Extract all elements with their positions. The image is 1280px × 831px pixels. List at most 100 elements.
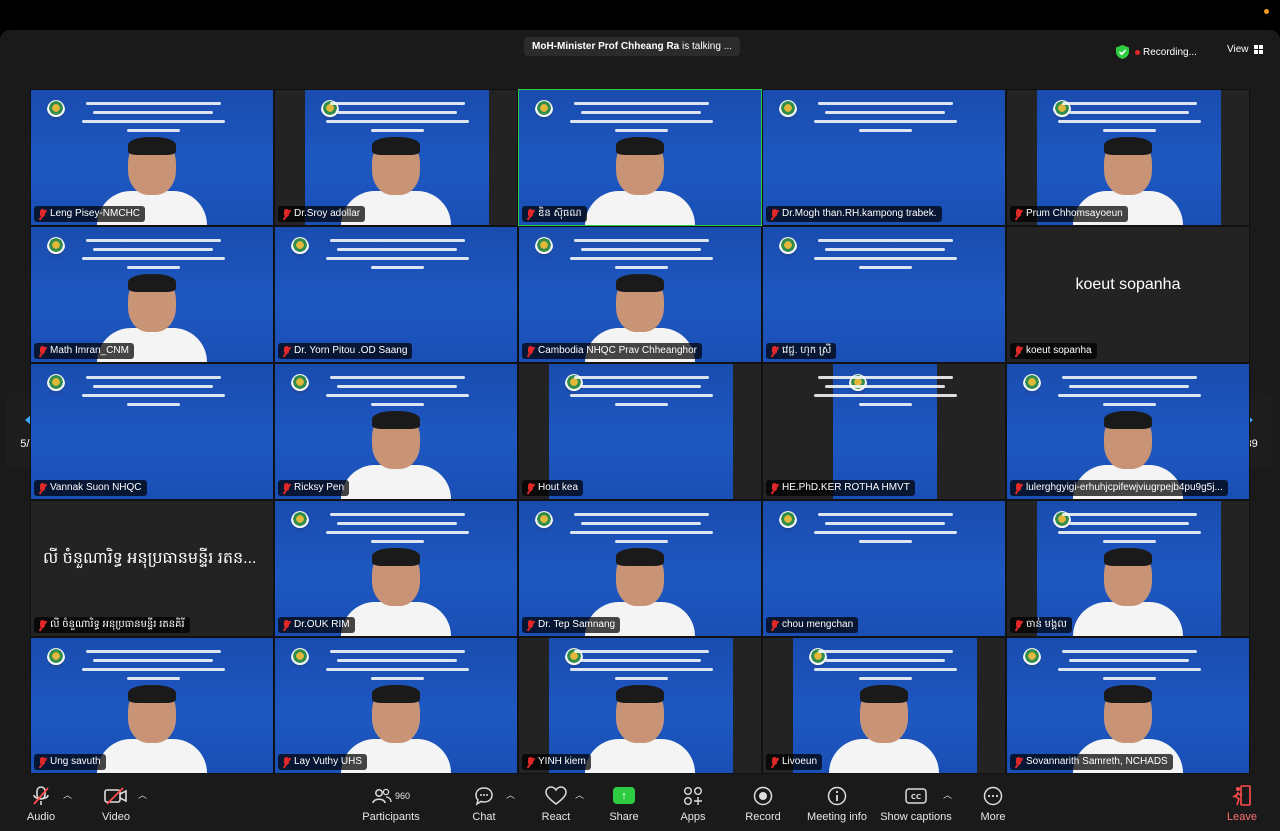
notification-dot [1264,9,1269,14]
slide-banner-text [73,96,233,138]
leave-button[interactable]: Leave [1222,776,1262,831]
show-captions-button[interactable]: CC Show captions [879,776,953,831]
chat-options-caret-icon[interactable]: ︿ [506,788,515,801]
ministry-logo-icon [291,374,309,394]
mic-muted-icon [1014,345,1023,357]
participant-tile[interactable]: Lay Vuthy UHS [274,637,518,774]
slide-banner-text [805,370,965,412]
ministry-logo-icon [535,237,553,257]
show-captions-label: Show captions [880,810,952,823]
participant-tile[interactable]: Hout kea [518,363,762,500]
ministry-logo-icon [535,100,553,120]
participant-name-tag: koeut sopanha [1010,343,1097,359]
slide-banner-text [561,507,721,549]
participant-video-person [1073,548,1183,636]
participant-tile[interactable]: Dr. Yorn Pitou .OD Saang [274,226,518,363]
mic-muted-icon [770,619,779,631]
ministry-logo-icon [291,648,309,668]
participant-tile[interactable]: Sovannarith Samreth, NCHADS [1006,637,1250,774]
video-options-caret-icon[interactable]: ︿ [138,788,147,801]
participant-tile[interactable]: ឌិន ស៊ុធណ [518,89,762,226]
leave-label: Leave [1227,810,1257,823]
recording-label: Recording... [1143,46,1197,58]
participant-tile[interactable]: YINH kiem [518,637,762,774]
mic-muted-icon [770,482,779,494]
slide-background [549,364,733,499]
participant-tile[interactable]: Dr.Mogh than.RH.kampong trabek. [762,89,1006,226]
participant-tile[interactable]: Cambodia NHQC Prav Chheanghor [518,226,762,363]
ministry-logo-icon [47,374,65,394]
participant-name: Leng Pisey-NMCHC [50,208,141,219]
participant-name: Ricksy Pen [294,482,345,493]
participant-tile[interactable]: Math Imran_CNM [30,226,274,363]
participant-tile[interactable]: Vannak Suon NHQC [30,363,274,500]
slide-banner-text [317,507,477,549]
react-options-caret-icon[interactable]: ︿ [575,788,584,801]
slide-background [31,364,273,499]
share-label: Share [609,810,639,823]
participant-tile[interactable]: koeut sopanha koeut sopanha [1006,226,1250,363]
participant-tile[interactable]: Dr.OUK RIM [274,500,518,637]
more-dots-icon [983,785,1003,807]
participant-tile[interactable]: Prum Chhomsayoeun [1006,89,1250,226]
video-button[interactable]: Video [95,776,137,831]
chat-button[interactable]: Chat [466,776,502,831]
participant-tile[interactable]: HE.PhD.KER ROTHA HMVT [762,363,1006,500]
apps-button[interactable]: Apps [673,776,713,831]
slide-banner-text [805,644,965,686]
slide-background [275,227,517,362]
captions-options-caret-icon[interactable]: ︿ [943,788,952,801]
participant-name-tag: Ricksy Pen [278,480,350,496]
audio-button[interactable]: Audio [20,776,62,831]
mic-muted-icon [38,756,47,768]
participant-name-tag: ចាន់ មង្គល [1010,617,1072,633]
participant-name: វេជ្ជ. ហុក ស្រី [782,345,832,356]
participant-tile[interactable]: លី ចំនួណារិទ្ធ អនុប្រធានមន្ទីរ រតន... លី … [30,500,274,637]
participant-video-person [585,137,695,225]
audio-options-caret-icon[interactable]: ︿ [63,788,72,801]
ministry-logo-icon [47,100,65,120]
view-button[interactable]: View [1227,44,1263,55]
participant-name: lulerghgyigi-erhuhjcpifewjviugrpejb4pu9g… [1026,482,1223,493]
ministry-logo-icon [779,237,797,257]
participant-tile[interactable]: Leng Pisey-NMCHC [30,89,274,226]
active-speaker-suffix: is talking ... [679,41,733,52]
participant-name: Prum Chhomsayoeun [1026,208,1123,219]
participant-tile[interactable]: ចាន់ មង្គល [1006,500,1250,637]
more-button[interactable]: More [974,776,1012,831]
cc-icon: CC [905,785,927,807]
record-icon [753,785,773,807]
participant-tile[interactable]: Dr.Sroy adollar [274,89,518,226]
recording-indicator[interactable]: Recording... [1116,42,1197,62]
participants-button[interactable]: 960 Participants [360,776,422,831]
participant-name-tag: Vannak Suon NHQC [34,480,147,496]
participant-name-tag: Math Imran_CNM [34,343,134,359]
record-label: Record [745,810,781,823]
slide-banner-text [317,233,477,275]
participant-tile[interactable]: lulerghgyigi-erhuhjcpifewjviugrpejb4pu9g… [1006,363,1250,500]
active-speaker-name: MoH-Minister Prof Chheang Ra [532,41,680,52]
participant-tile[interactable]: វេជ្ជ. ហុក ស្រី [762,226,1006,363]
view-label: View [1227,44,1249,55]
participant-tile[interactable]: Dr. Tep Samnang [518,500,762,637]
participant-tile[interactable]: Livoeun [762,637,1006,774]
slide-banner-text [1049,644,1209,686]
react-button[interactable]: React [536,776,576,831]
record-button[interactable]: Record [742,776,784,831]
share-button[interactable]: ↑ Share [604,776,644,831]
audio-label: Audio [26,810,56,823]
participant-name-tag: HE.PhD.KER ROTHA HMVT [766,480,915,496]
participant-tile[interactable]: Ricksy Pen [274,363,518,500]
participant-video-person [97,685,207,773]
meeting-info-label: Meeting info [807,810,867,823]
participant-name: Lay Vuthy UHS [294,756,362,767]
slide-banner-text [1049,507,1209,549]
participant-name: chou mengchan [782,619,854,630]
meeting-info-button[interactable]: Meeting info [805,776,869,831]
participant-tile[interactable]: chou mengchan [762,500,1006,637]
participant-tile[interactable]: Ung savuth [30,637,274,774]
slide-banner-text [805,233,965,275]
slide-banner-text [73,370,233,412]
participant-name-tag: Cambodia NHQC Prav Chheanghor [522,343,702,359]
participant-name-tag: លី ចំនួណារិទ្ធ អនុប្រធានមន្ទីរ រតនគិរី [34,617,190,633]
